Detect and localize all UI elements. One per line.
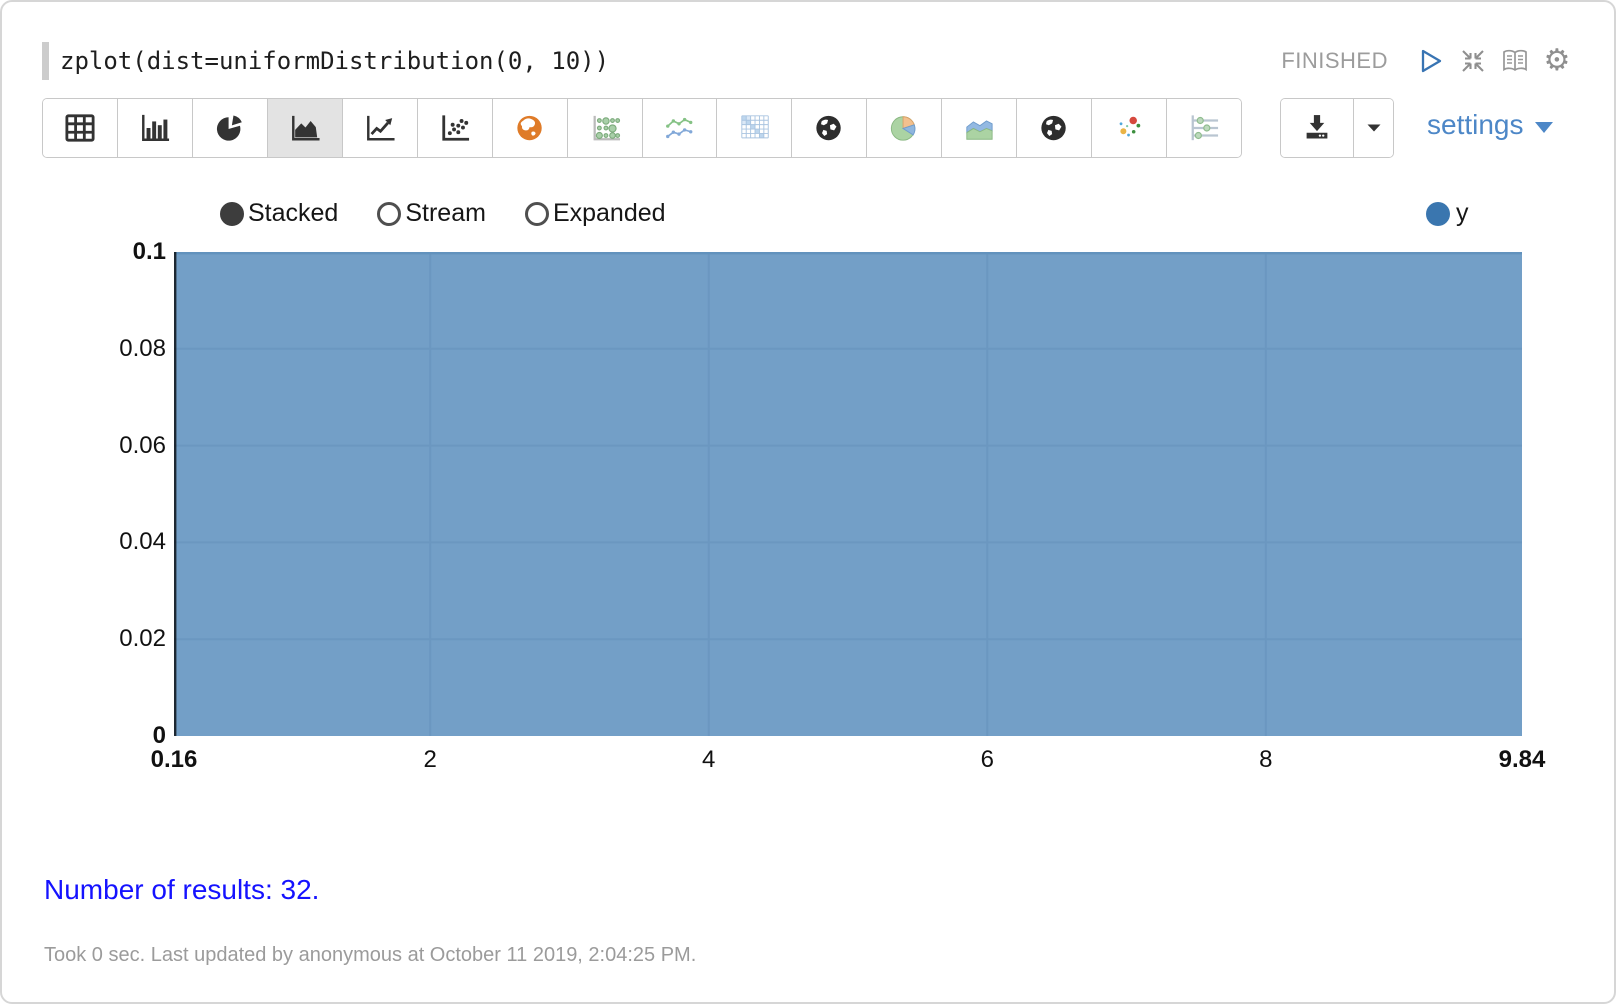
area-color-icon: [962, 113, 996, 143]
scatter-color-icon: [1112, 113, 1146, 143]
play-icon[interactable]: [1416, 46, 1446, 76]
code-editor-row: zplot(dist=uniformDistribution(0, 10)): [42, 42, 609, 80]
book-icon[interactable]: [1500, 46, 1530, 76]
code-gutter-bar: [42, 42, 49, 80]
x-tick-label: 0.16: [151, 746, 198, 774]
chart-type-bar-button[interactable]: [118, 99, 193, 157]
globe-dark2-icon: [1037, 113, 1071, 143]
chart-type-line-button[interactable]: [343, 99, 418, 157]
radio-expanded[interactable]: Expanded: [525, 199, 666, 228]
radio-expanded-dot: [525, 202, 549, 226]
scatter-chart-icon: [438, 113, 472, 143]
zeppelin-paragraph: zplot(dist=uniformDistribution(0, 10)) F…: [0, 0, 1616, 1004]
globe-dark-icon: [812, 113, 846, 143]
x-tick-label: 9.84: [1499, 746, 1546, 774]
area-chart-plot: [174, 252, 1522, 736]
chart-type-globe1-button[interactable]: [792, 99, 867, 157]
legend-swatch: [1426, 202, 1450, 226]
caret-down-icon: [1366, 121, 1382, 136]
multi-line-chart-icon: [662, 113, 696, 143]
execution-info: Took 0 sec. Last updated by anonymous at…: [44, 944, 696, 967]
download-caret-button[interactable]: [1354, 99, 1393, 157]
legend-label: y: [1456, 199, 1469, 228]
chart-type-sliders-button[interactable]: [1167, 99, 1241, 157]
download-icon: [1302, 113, 1332, 143]
chart-type-scatter-button[interactable]: [418, 99, 493, 157]
chart-type-pie-button[interactable]: [193, 99, 268, 157]
paragraph-status-cluster: FINISHED ⚙: [1281, 46, 1572, 76]
line-chart-icon: [363, 113, 397, 143]
globe-orange-icon: [513, 113, 547, 143]
y-tick-label: 0.06: [119, 432, 166, 460]
x-tick-label: 4: [702, 746, 715, 774]
radio-stream-dot: [377, 202, 401, 226]
paragraph-code[interactable]: zplot(dist=uniformDistribution(0, 10)): [60, 42, 609, 80]
download-split-button: [1280, 98, 1394, 158]
radio-stream[interactable]: Stream: [377, 199, 486, 228]
radio-stacked[interactable]: Stacked: [220, 199, 338, 228]
y-tick-label: 0.04: [119, 528, 166, 556]
bubble-grid-icon: [588, 113, 622, 143]
bar-chart-icon: [138, 113, 172, 143]
chart-type-toolbar: [42, 98, 1242, 158]
chart-type-globe2-button[interactable]: [1017, 99, 1092, 157]
y-tick-label: 0.1: [133, 238, 166, 266]
pie-color-icon: [887, 113, 921, 143]
chart-type-area-button[interactable]: [268, 99, 343, 157]
y-tick-label: 0.02: [119, 625, 166, 653]
chart-type-piecolor-button[interactable]: [867, 99, 942, 157]
chart-type-multiline-button[interactable]: [643, 99, 718, 157]
shrink-icon[interactable]: [1458, 46, 1488, 76]
x-tick-label: 6: [981, 746, 994, 774]
stack-mode-radio-group: Stacked Stream Expanded: [220, 199, 666, 228]
radio-stacked-dot: [220, 202, 244, 226]
y-tick-label: 0: [153, 722, 166, 750]
settings-label: settings: [1427, 109, 1524, 141]
y-tick-label: 0.08: [119, 335, 166, 363]
results-count: Number of results: 32.: [44, 874, 319, 906]
settings-caret-icon: [1535, 122, 1553, 133]
chart-type-map-button[interactable]: [493, 99, 568, 157]
chart-type-heatmap-button[interactable]: [717, 99, 792, 157]
pie-chart-icon: [213, 113, 247, 143]
chart-type-bubble-button[interactable]: [568, 99, 643, 157]
settings-dropdown[interactable]: settings: [1427, 109, 1553, 141]
chart-type-areacolor-button[interactable]: [942, 99, 1017, 157]
area-chart-icon: [288, 113, 322, 143]
chart-legend[interactable]: y: [1426, 199, 1469, 228]
status-label: FINISHED: [1281, 48, 1388, 74]
chart-type-table-button[interactable]: [43, 99, 118, 157]
table-icon: [63, 113, 97, 143]
download-button[interactable]: [1281, 99, 1354, 157]
sliders-icon: [1187, 113, 1221, 143]
x-tick-label: 2: [424, 746, 437, 774]
heatmap-icon: [737, 113, 771, 143]
gear-icon[interactable]: ⚙: [1542, 46, 1572, 76]
x-tick-label: 8: [1259, 746, 1272, 774]
chart-type-scattercolor-button[interactable]: [1092, 99, 1167, 157]
